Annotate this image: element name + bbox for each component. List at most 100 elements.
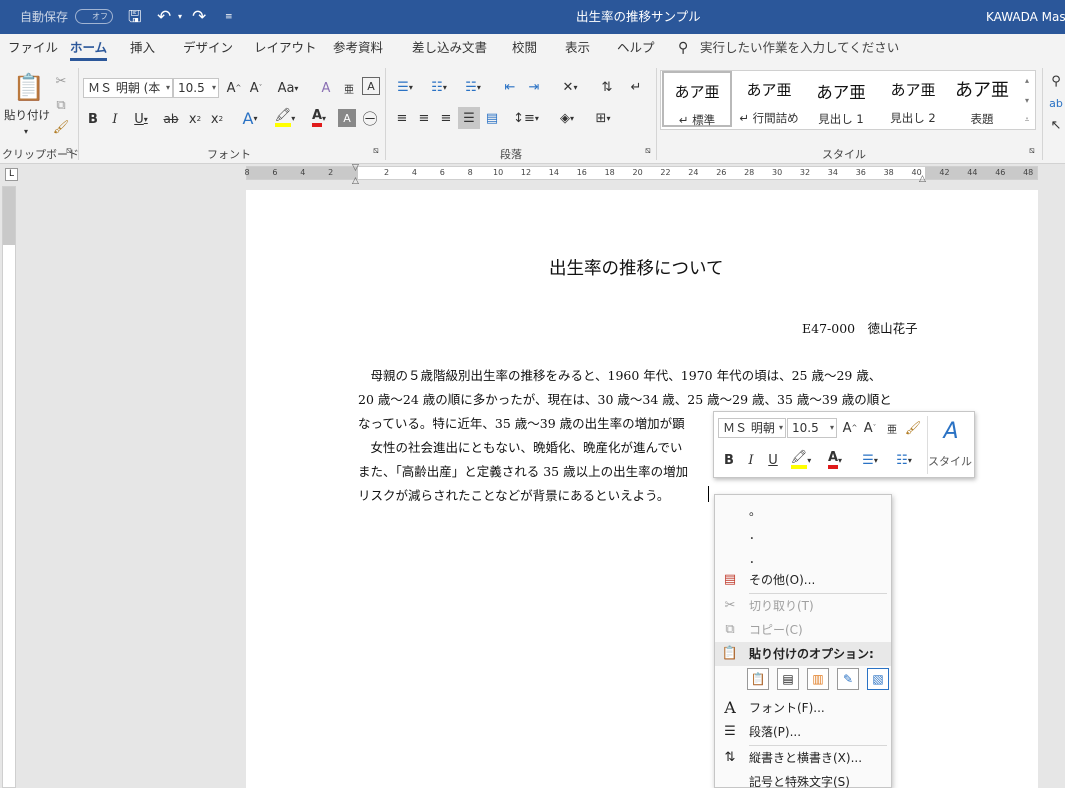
gallery-down-icon[interactable]: ▾ <box>1020 92 1034 108</box>
undo-dropdown-icon[interactable]: ▾ <box>178 0 182 34</box>
copy-item[interactable]: ⧉ コピー(C) <box>715 618 891 642</box>
decrease-indent-icon[interactable]: ⇤ <box>500 76 520 98</box>
text-direction-item[interactable]: ⇅ 縦書きと横書き(X)... <box>715 746 891 770</box>
borders-icon[interactable]: ⊞ ▾ <box>588 107 618 129</box>
tell-me-search[interactable]: 実行したい作業を入力してください <box>700 34 899 62</box>
tab-view[interactable]: 表示 <box>565 34 590 62</box>
tab-selector-icon[interactable]: L <box>5 168 18 181</box>
align-left-icon[interactable]: ≡ <box>392 107 412 129</box>
paste-icon[interactable]: 📋 <box>12 72 46 104</box>
mini-grow-font-icon[interactable]: A ^ <box>841 417 859 439</box>
mini-highlight-icon[interactable]: 🖍 ▾ <box>786 449 816 471</box>
show-marks-icon[interactable]: ↵ <box>626 76 646 98</box>
tab-insert[interactable]: 挿入 <box>130 34 155 62</box>
grow-font-icon[interactable]: A ^ <box>224 77 244 99</box>
enclosed-char-icon[interactable]: A <box>362 77 380 95</box>
underline-icon[interactable]: U ▾ <box>128 108 154 130</box>
numbering-icon[interactable]: ☷ ▾ <box>424 76 454 98</box>
tab-home[interactable]: ホーム <box>70 34 108 62</box>
text-effects-icon[interactable]: A ▾ <box>236 107 264 129</box>
mini-bold-icon[interactable]: B <box>720 449 738 471</box>
gallery-up-icon[interactable]: ▴ <box>1020 72 1034 88</box>
superscript-icon[interactable]: x2 <box>208 108 226 130</box>
find-icon[interactable]: ⚲ <box>1048 70 1064 92</box>
select-icon[interactable]: ↖ <box>1048 114 1064 136</box>
paragraph-item[interactable]: ☰ 段落(P)... <box>715 720 891 744</box>
style-heading-2[interactable]: あア亜 見出し 2 <box>878 71 948 127</box>
save-icon[interactable]: 🖫 <box>128 0 142 34</box>
mini-font-color-icon[interactable]: A ▾ <box>820 449 850 471</box>
mini-format-painter-icon[interactable]: 🖌 <box>904 417 922 439</box>
paste-keep-source-icon[interactable]: 📋 <box>747 668 769 690</box>
align-right-icon[interactable]: ≡ <box>436 107 456 129</box>
more-symbols-item[interactable]: ▤ その他(O)... <box>715 568 891 592</box>
format-painter-icon[interactable]: 🖌 <box>52 116 70 138</box>
clipboard-launcher-icon[interactable]: ⧅ <box>66 146 72 156</box>
symbol-item[interactable]: 。 <box>715 499 891 523</box>
customize-qat-icon[interactable]: ≡ <box>225 0 233 34</box>
style-heading-1[interactable]: あア亜 見出し 1 <box>806 71 876 127</box>
tab-file[interactable]: ファイル <box>8 34 58 62</box>
paste-picture-icon[interactable]: ▧ <box>867 668 889 690</box>
paste-merge-format-icon[interactable]: ▤ <box>777 668 799 690</box>
char-shading-icon[interactable]: A <box>338 109 356 127</box>
font-size-combo[interactable]: 10.5 ▾ <box>173 78 219 98</box>
replace-icon[interactable]: ab <box>1048 92 1064 114</box>
sort-icon[interactable]: ⇅ <box>596 76 618 98</box>
mini-styles-button[interactable]: スタイル <box>928 450 972 472</box>
user-name[interactable]: KAWADA Mas <box>986 0 1065 34</box>
mini-font-name[interactable]: ＭＳ 明朝 ▾ <box>718 418 786 438</box>
phonetic-guide-icon[interactable]: 亜 <box>340 77 358 99</box>
paste-text-only-icon[interactable]: ✎ <box>837 668 859 690</box>
redo-icon[interactable]: ↷ <box>192 0 206 34</box>
tab-help[interactable]: ヘルプ <box>617 34 655 62</box>
shrink-font-icon[interactable]: Aˇ <box>246 77 266 99</box>
mini-underline-icon[interactable]: U <box>764 449 782 471</box>
justify-icon[interactable]: ☰ <box>458 107 480 129</box>
vertical-ruler[interactable] <box>2 186 16 788</box>
distributed-icon[interactable]: ▤ <box>482 107 502 129</box>
change-case-icon[interactable]: Aa ▾ <box>274 77 302 99</box>
style-no-spacing[interactable]: あア亜 ↵ 行間詰め <box>734 71 804 127</box>
mini-phonetic-icon[interactable]: 亜 <box>884 417 900 439</box>
tab-layout[interactable]: レイアウト <box>254 34 317 62</box>
font-launcher-icon[interactable]: ⧅ <box>373 146 379 156</box>
highlight-color-icon[interactable]: 🖍 ▾ <box>270 107 300 129</box>
style-title[interactable]: あア亜 表題 <box>946 71 1018 127</box>
paragraph-launcher-icon[interactable]: ⧅ <box>645 146 651 156</box>
font-item[interactable]: A フォント(F)... <box>715 696 891 720</box>
bold-icon[interactable]: B <box>84 108 102 130</box>
style-normal[interactable]: あア亜 ↵ 標準 <box>662 71 732 127</box>
clear-formatting-icon[interactable]: A <box>316 77 336 99</box>
paste-picture-chart-icon[interactable]: ▥ <box>807 668 829 690</box>
gallery-more-icon[interactable]: ⩡ <box>1020 112 1034 128</box>
tab-references[interactable]: 参考資料 <box>333 34 383 62</box>
align-center-icon[interactable]: ≡ <box>414 107 434 129</box>
subscript-icon[interactable]: x2 <box>186 108 204 130</box>
multilevel-list-icon[interactable]: ☵ ▾ <box>458 76 488 98</box>
autosave-toggle[interactable]: オフ <box>75 9 113 24</box>
mini-styles-icon[interactable]: A <box>934 416 968 446</box>
paste-dropdown-icon[interactable]: ▾ <box>16 120 36 142</box>
font-color-icon[interactable]: A ▾ <box>304 107 334 129</box>
tab-design[interactable]: デザイン <box>183 34 233 62</box>
font-name-combo[interactable]: ＭＳ 明朝 (本 ▾ <box>83 78 173 98</box>
symbol-item[interactable]: ． <box>715 523 891 547</box>
line-spacing-icon[interactable]: ↕≡ ▾ <box>512 107 540 129</box>
strikethrough-icon[interactable]: ab <box>160 108 182 130</box>
copy-icon[interactable]: ⧉ <box>52 94 70 116</box>
special-chars-item[interactable]: 記号と特殊文字(S) <box>715 770 891 788</box>
italic-icon[interactable]: I <box>106 108 124 130</box>
cut-icon[interactable]: ✂ <box>52 70 70 92</box>
first-line-indent-marker[interactable]: ▽ <box>352 163 359 173</box>
increase-indent-icon[interactable]: ⇥ <box>524 76 544 98</box>
styles-launcher-icon[interactable]: ⧅ <box>1029 146 1035 156</box>
enclose-chars-icon[interactable]: ㊀ <box>360 107 380 129</box>
mini-shrink-font-icon[interactable]: Aˇ <box>861 417 879 439</box>
cut-item[interactable]: ✂ 切り取り(T) <box>715 594 891 618</box>
asian-layout-icon[interactable]: ✕ ▾ <box>556 76 584 98</box>
mini-italic-icon[interactable]: I <box>742 449 760 471</box>
mini-numbering-icon[interactable]: ☷ ▾ <box>888 449 920 471</box>
tab-mailings[interactable]: 差し込み文書 <box>412 34 487 62</box>
mini-font-size[interactable]: 10.5 ▾ <box>787 418 837 438</box>
